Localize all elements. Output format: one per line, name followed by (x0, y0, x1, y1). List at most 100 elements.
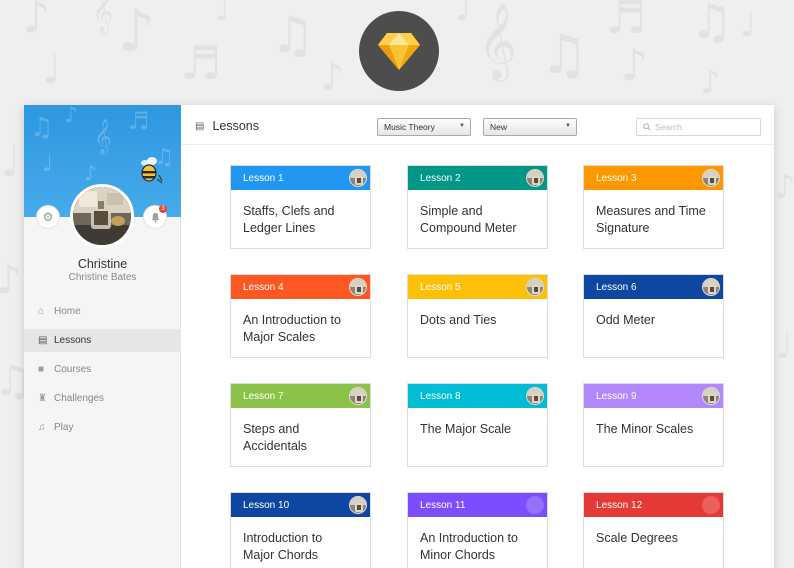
lesson-card[interactable]: Lesson 4 An Introduction to Major Scales (230, 274, 371, 358)
search-input[interactable] (655, 122, 755, 132)
lesson-card[interactable]: Lesson 6 Odd Meter (583, 274, 724, 358)
music-note-icon: ♩ (455, 0, 472, 29)
topic-filter-value: Music Theory (384, 122, 435, 132)
music-note-icon: ♪ (700, 63, 721, 101)
music-note-icon: ♩ (776, 327, 793, 367)
topic-filter-select[interactable]: Music Theory ▼ (377, 118, 471, 136)
author-avatar-icon (702, 496, 720, 514)
notification-badge: 3 (159, 205, 167, 213)
lesson-card[interactable]: Lesson 7 Steps and Accidentals (230, 383, 371, 467)
search-box[interactable] (636, 118, 761, 136)
music-note-icon: ♪ (0, 257, 22, 303)
lesson-title: Odd Meter (584, 299, 723, 329)
lesson-title: An Introduction to Minor Chords (408, 517, 547, 564)
sidebar-item-home[interactable]: ⌂ Home (24, 300, 181, 323)
music-notes-icon: ♬ (605, 0, 647, 44)
lesson-title: Dots and Ties (408, 299, 547, 329)
lesson-card[interactable]: Lesson 5 Dots and Ties (407, 274, 548, 358)
bee-icon (141, 157, 163, 184)
sidebar-item-label: Courses (54, 364, 92, 375)
app-logo (359, 11, 439, 91)
lesson-number-label: Lesson 2 (420, 172, 461, 184)
lesson-title-line: An Introduction to (420, 531, 518, 545)
music-notes-icon: ♫ (690, 0, 734, 50)
caret-down-icon: ▼ (565, 123, 571, 129)
notifications-button[interactable]: 3 (143, 205, 167, 229)
lesson-title-line: Introduction to (243, 531, 323, 545)
lesson-title: An Introduction to Major Scales (231, 299, 370, 346)
lesson-card[interactable]: Lesson 8 The Major Scale (407, 383, 548, 467)
diamond-icon (378, 33, 420, 70)
lesson-title-line: The Minor Scales (596, 422, 694, 436)
lesson-card-header: Lesson 11 (408, 493, 547, 517)
music-note-icon: ♫ (38, 422, 46, 433)
music-note-icon: ♪ (118, 0, 156, 65)
music-notes-icon: ♬ (180, 36, 222, 90)
lesson-title-line: Steps and (243, 422, 300, 436)
lesson-title-line: Compound Meter (420, 221, 517, 235)
sidebar-item-courses[interactable]: ■ Courses (24, 358, 181, 381)
author-avatar-icon (349, 496, 367, 514)
lesson-title-line: Accidentals (243, 439, 307, 453)
settings-button[interactable]: ⚙ (36, 205, 60, 229)
sidebar-item-lessons[interactable]: ▤ Lessons (24, 329, 181, 352)
sort-filter-value: New (490, 122, 508, 132)
lesson-number-label: Lesson 6 (596, 281, 637, 293)
lesson-card-header: Lesson 8 (408, 384, 547, 408)
music-note-icon: ♩ (0, 136, 21, 187)
lesson-card-header: Lesson 9 (584, 384, 723, 408)
gear-icon: ⚙ (42, 210, 54, 224)
sidebar-item-label: Home (54, 306, 81, 317)
author-avatar-icon (349, 278, 367, 296)
lesson-card[interactable]: Lesson 2 Simple and Compound Meter (407, 165, 548, 249)
lesson-card-header: Lesson 5 (408, 275, 547, 299)
lesson-card[interactable]: Lesson 9 The Minor Scales (583, 383, 724, 467)
music-notes-icon: ♫ (540, 23, 589, 86)
music-note-icon: ♩ (42, 47, 61, 93)
lesson-title: The Minor Scales (584, 408, 723, 438)
sidebar-item-challenges[interactable]: ♜ Challenges (24, 387, 181, 410)
lesson-card[interactable]: Lesson 3 Measures and Time Signature (583, 165, 724, 249)
lesson-title-line: Simple and (420, 204, 483, 218)
music-notes-icon: ♫ (270, 6, 315, 64)
sort-filter-select[interactable]: New ▼ (483, 118, 577, 136)
lesson-card-header: Lesson 1 (231, 166, 370, 190)
document-icon: ▤ (38, 335, 48, 346)
sidebar-nav: ⌂ Home ▤ Lessons ■ Courses ♜ Challenges … (24, 300, 181, 445)
user-name: Christine (77, 257, 128, 271)
lesson-title-line: An Introduction to (243, 313, 341, 327)
music-note-icon: ♪ (620, 40, 649, 91)
music-note-icon: ♩ (215, 0, 230, 28)
lesson-number-label: Lesson 11 (420, 499, 466, 511)
lesson-number-label: Lesson 5 (420, 281, 461, 293)
lesson-title-line: Major Scales (243, 330, 316, 344)
music-note-icon: ♩ (42, 149, 54, 177)
toolbar: ▤ Lessons Music Theory ▼ New ▼ (181, 105, 774, 145)
author-avatar-icon (702, 169, 720, 187)
lesson-card[interactable]: Lesson 12 Scale Degrees (583, 492, 724, 568)
page-title-text: Lessons (212, 119, 260, 133)
lesson-title-line: Measures and Time (596, 204, 706, 218)
lesson-card[interactable]: Lesson 1 Staffs, Clefs and Ledger Lines (230, 165, 371, 249)
lesson-title-line: Ledger Lines (243, 221, 316, 235)
lesson-title: Introduction to Major Chords (231, 517, 370, 564)
sidebar-item-label: Challenges (54, 393, 105, 404)
lesson-card-header: Lesson 10 (231, 493, 370, 517)
lesson-title: Scale Degrees (584, 517, 723, 547)
lesson-number-label: Lesson 4 (243, 281, 284, 293)
author-avatar-icon (526, 278, 544, 296)
author-avatar-icon (526, 387, 544, 405)
music-note-icon: ♫ (30, 113, 54, 143)
lesson-title: Steps and Accidentals (231, 408, 370, 455)
music-note-icon: ♪ (320, 55, 345, 99)
lesson-card-header: Lesson 12 (584, 493, 723, 517)
music-note-icon: ♪ (774, 167, 794, 207)
lesson-card[interactable]: Lesson 10 Introduction to Major Chords (230, 492, 371, 568)
lesson-card[interactable]: Lesson 11 An Introduction to Minor Chords (407, 492, 548, 568)
page-title: ▤ Lessons (195, 119, 259, 133)
treble-clef-icon: 𝄞 (92, 0, 114, 32)
avatar[interactable] (70, 184, 134, 248)
sidebar-item-play[interactable]: ♫ Play (24, 416, 181, 439)
author-avatar-icon (702, 278, 720, 296)
music-note-icon: ♪ (84, 161, 97, 185)
